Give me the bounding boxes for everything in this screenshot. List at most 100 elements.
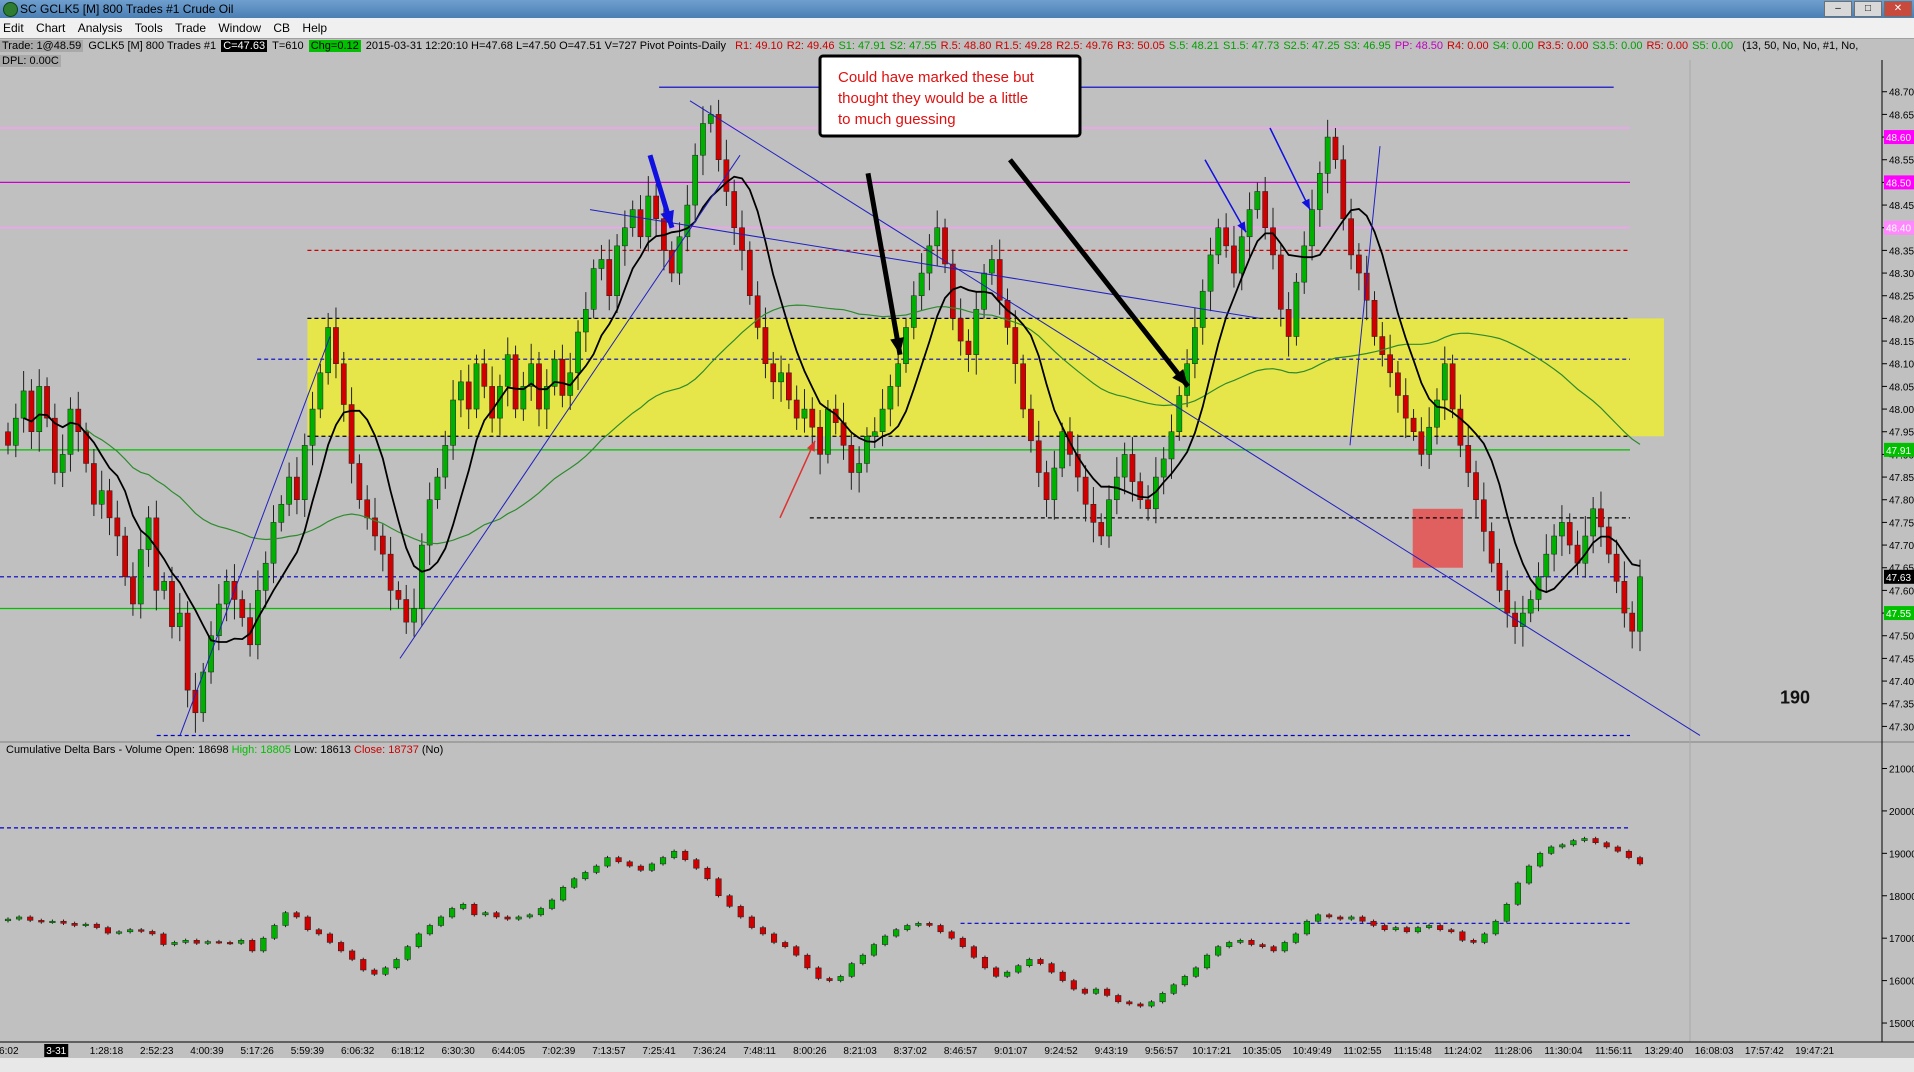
candle-body bbox=[1410, 417, 1417, 432]
delta-bar bbox=[1037, 959, 1044, 964]
delta-bar bbox=[981, 957, 989, 969]
candle-body bbox=[1262, 191, 1269, 228]
candle-body bbox=[223, 581, 230, 605]
candle-body bbox=[1246, 209, 1253, 238]
delta-bar bbox=[1537, 853, 1544, 867]
candle-body bbox=[28, 390, 35, 432]
delta-bar bbox=[182, 940, 189, 943]
candle-body bbox=[887, 386, 894, 410]
delta-bar bbox=[304, 916, 311, 930]
delta-bar bbox=[1492, 920, 1499, 935]
delta-y-tick-label: 18000 bbox=[1889, 892, 1914, 903]
delta-bar bbox=[515, 916, 522, 920]
candle-body bbox=[879, 408, 886, 432]
delta-bar bbox=[782, 942, 789, 947]
candle-body bbox=[356, 463, 363, 500]
x-tick-label: 8:21:03 bbox=[843, 1046, 877, 1057]
candle-body bbox=[114, 517, 121, 537]
x-tick-label: 8:46:57 bbox=[944, 1046, 978, 1057]
y-tick-label: 48.10 bbox=[1889, 360, 1914, 371]
candle-body bbox=[1543, 553, 1550, 578]
delta-bar bbox=[415, 933, 422, 947]
delta-bar bbox=[548, 899, 556, 909]
delta-bar bbox=[482, 912, 489, 916]
delta-bar bbox=[1303, 920, 1310, 935]
y-tick-label: 48.15 bbox=[1889, 337, 1914, 348]
pivot-level: S3.5: 0.00 bbox=[1592, 40, 1643, 52]
candle-body bbox=[1121, 454, 1128, 478]
candle-body bbox=[645, 195, 652, 238]
delta-bar bbox=[271, 925, 278, 939]
delta-bar bbox=[1414, 927, 1422, 933]
delta-bar bbox=[193, 940, 200, 944]
candle-body bbox=[1598, 508, 1604, 528]
y-tick-label: 48.30 bbox=[1889, 269, 1914, 280]
delta-bar bbox=[138, 929, 145, 932]
candle-body bbox=[434, 476, 441, 500]
delta-bar bbox=[127, 929, 134, 933]
x-tick-label: 9:24:52 bbox=[1044, 1046, 1078, 1057]
delta-bar bbox=[1292, 933, 1299, 943]
candle-body bbox=[700, 123, 706, 156]
candle-body bbox=[1402, 395, 1409, 419]
candle-body bbox=[1098, 522, 1105, 537]
delta-bar bbox=[149, 931, 156, 935]
x-tick-label: 7:25:41 bbox=[642, 1046, 676, 1057]
candle-body bbox=[1621, 581, 1628, 614]
delta-bar bbox=[393, 959, 400, 969]
delta-bar bbox=[1470, 940, 1477, 943]
ohlc-info: 2015-03-31 12:20:10 H=47.68 L=47.50 O=47… bbox=[365, 40, 726, 52]
delta-bar bbox=[648, 863, 655, 871]
pane2-low: Low: 18613 bbox=[294, 744, 351, 756]
candle-body bbox=[458, 381, 464, 401]
candle-body bbox=[419, 544, 425, 609]
x-tick-label: 6:18:12 bbox=[391, 1046, 425, 1057]
y-tick-label: 47.95 bbox=[1889, 428, 1914, 439]
price-badge-text: 48.50 bbox=[1886, 178, 1911, 189]
candle-body bbox=[1020, 363, 1026, 410]
candle-body bbox=[44, 386, 50, 419]
candle-body bbox=[387, 553, 394, 591]
delta-bar bbox=[893, 929, 900, 937]
chart-canvas[interactable]: Could have marked these but thought they … bbox=[0, 0, 1914, 1072]
candle-body bbox=[731, 191, 738, 228]
delta-bar bbox=[1159, 993, 1166, 1003]
candle-body bbox=[1465, 445, 1472, 473]
candle-body bbox=[75, 408, 82, 432]
candle-body bbox=[559, 358, 566, 396]
pivot-level: S4: 0.00 bbox=[1492, 40, 1534, 52]
delta-bar bbox=[1570, 840, 1577, 846]
delta-bar bbox=[238, 940, 245, 944]
delta-bar bbox=[215, 941, 222, 944]
candle-body bbox=[1129, 454, 1136, 482]
candle-body bbox=[1590, 508, 1596, 537]
x-tick-label: 7:13:57 bbox=[592, 1046, 626, 1057]
price-badge-text: 48.60 bbox=[1886, 133, 1911, 144]
candle-body bbox=[1043, 472, 1050, 500]
y-tick-label: 48.00 bbox=[1889, 405, 1914, 416]
candle-body bbox=[622, 227, 628, 247]
candle-body bbox=[145, 517, 152, 550]
candle-body bbox=[67, 408, 74, 455]
y-tick-label: 48.45 bbox=[1889, 201, 1914, 212]
candle-body bbox=[536, 363, 542, 410]
delta-bar bbox=[338, 942, 345, 952]
candle-body bbox=[262, 562, 269, 591]
callout-text: to much guessing bbox=[838, 111, 956, 128]
delta-bar bbox=[1115, 995, 1122, 1003]
candle-body bbox=[294, 476, 300, 500]
candle-body bbox=[684, 204, 691, 238]
delta-bar bbox=[249, 940, 256, 952]
delta-bar bbox=[27, 916, 34, 921]
delta-bar bbox=[637, 865, 644, 871]
candle-body bbox=[5, 431, 11, 446]
candle-body bbox=[1356, 254, 1362, 274]
x-tick-label: 9:56:57 bbox=[1145, 1046, 1179, 1057]
candle-body bbox=[754, 295, 761, 328]
x-tick-label: 2:52:23 bbox=[140, 1046, 174, 1057]
candle-body bbox=[825, 408, 831, 455]
delta-bar bbox=[1559, 844, 1566, 848]
delta-bar bbox=[870, 944, 878, 956]
candle-body bbox=[1277, 254, 1284, 310]
delta-bar bbox=[71, 923, 78, 926]
